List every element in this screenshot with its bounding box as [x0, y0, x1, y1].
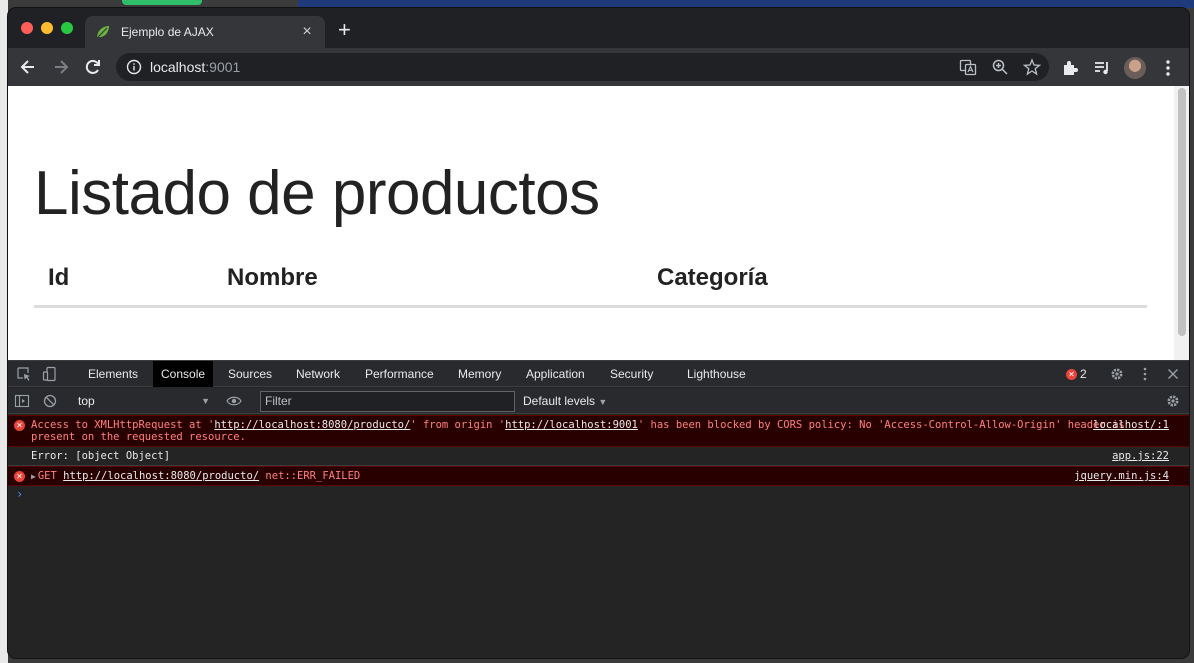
url-port: :9001: [205, 59, 241, 75]
background-window: [298, 0, 1194, 8]
forward-arrow-icon[interactable]: [51, 57, 71, 77]
bookmark-star-icon[interactable]: [1023, 58, 1041, 76]
error-circle-icon: ✕: [14, 420, 25, 431]
device-toolbar-icon[interactable]: [42, 366, 58, 382]
error-count-badge[interactable]: ✕ 2: [1066, 367, 1087, 381]
url-host: localhost: [150, 59, 206, 75]
extensions-puzzle-icon[interactable]: [1060, 58, 1080, 78]
log-levels-dropdown[interactable]: Default levels ▼: [523, 392, 607, 411]
tab-elements[interactable]: Elements: [80, 361, 146, 387]
inspect-element-icon[interactable]: [16, 366, 32, 382]
tab-strip: Ejemplo de AJAX × +: [8, 8, 1189, 48]
message-text: Access to XMLHttpRequest at ': [31, 419, 215, 431]
console-settings-gear-icon[interactable]: [1165, 393, 1181, 409]
background-tab: [122, 0, 202, 5]
message-link[interactable]: http://localhost:8080/producto/: [214, 419, 410, 431]
message-source-link[interactable]: app.js:22: [1112, 450, 1169, 462]
kebab-menu-icon[interactable]: [1158, 58, 1178, 78]
dropdown-arrow-icon: ▼: [598, 397, 608, 407]
message-link[interactable]: http://localhost:9001: [505, 419, 638, 431]
page-title: Listado de productos: [34, 159, 600, 228]
request-method: GET: [37, 470, 57, 482]
log-levels-label: Default levels: [523, 394, 596, 408]
translate-icon[interactable]: [959, 58, 977, 76]
browser-toolbar: localhost:9001: [8, 48, 1189, 86]
expand-triangle-icon[interactable]: ▶: [31, 472, 36, 481]
message-source-link[interactable]: localhost/:1: [1093, 419, 1169, 431]
console-message-cors-error: ✕ Access to XMLHttpRequest at 'http://lo…: [8, 415, 1189, 447]
tab-performance[interactable]: Performance: [357, 361, 442, 387]
devtools-tab-bar: Elements Console Sources Network Perform…: [8, 361, 1189, 387]
profile-avatar[interactable]: [1124, 57, 1146, 79]
site-info-icon[interactable]: [126, 59, 142, 75]
console-filter-bar: top ▼ Filter Default levels ▼: [8, 388, 1189, 414]
request-status: net::ERR_FAILED: [265, 470, 361, 482]
address-bar[interactable]: localhost:9001: [116, 53, 1049, 81]
console-output: ✕ Access to XMLHttpRequest at 'http://lo…: [8, 415, 1189, 658]
error-circle-icon: ✕: [14, 471, 25, 482]
column-header-id: Id: [48, 264, 70, 291]
context-selector[interactable]: top ▼: [78, 392, 214, 410]
tab-network[interactable]: Network: [288, 361, 348, 387]
products-table-header: Id Nombre Categoría: [34, 254, 1147, 308]
request-url-link[interactable]: http://localhost:8080/producto/: [63, 470, 259, 482]
tab-memory[interactable]: Memory: [450, 361, 509, 387]
show-sidebar-icon[interactable]: [14, 393, 30, 409]
tab-sources[interactable]: Sources: [220, 361, 280, 387]
tab-security[interactable]: Security: [602, 361, 661, 387]
message-source-link[interactable]: jquery.min.js:4: [1074, 470, 1169, 482]
console-message-log: Error: [object Object] app.js:22: [8, 447, 1189, 466]
clear-console-icon[interactable]: [42, 393, 58, 409]
new-tab-button[interactable]: +: [338, 19, 351, 41]
error-circle-icon: ✕: [1066, 368, 1077, 380]
reload-icon[interactable]: [83, 57, 103, 77]
dropdown-arrow-icon: ▼: [201, 396, 210, 406]
toolbar-actions: [1060, 57, 1178, 79]
close-devtools-icon[interactable]: [1165, 366, 1181, 382]
tab-title: Ejemplo de AJAX: [121, 25, 214, 39]
console-prompt-icon[interactable]: ›: [16, 487, 23, 501]
tab-lighthouse[interactable]: Lighthouse: [679, 361, 754, 387]
back-arrow-icon[interactable]: [18, 57, 38, 77]
zoom-window-button[interactable]: [61, 22, 73, 34]
column-header-categoria: Categoría: [657, 264, 768, 291]
tab-active[interactable]: Ejemplo de AJAX ×: [85, 16, 325, 48]
minimize-window-button[interactable]: [41, 22, 53, 34]
page-viewport: Listado de productos Id Nombre Categoría: [8, 86, 1189, 360]
column-header-nombre: Nombre: [227, 264, 318, 291]
page-scrollbar-thumb[interactable]: [1178, 88, 1186, 336]
console-filter-input[interactable]: Filter: [260, 391, 515, 412]
desktop-backdrop: [0, 0, 8, 663]
settings-gear-icon[interactable]: [1109, 366, 1125, 382]
tab-console[interactable]: Console: [153, 361, 214, 387]
context-value: top: [78, 394, 95, 408]
page-scrollbar[interactable]: [1174, 86, 1189, 360]
message-text: Error: [object Object]: [31, 450, 171, 462]
spring-leaf-icon: [97, 26, 109, 38]
media-queue-icon[interactable]: [1092, 58, 1112, 78]
zoom-icon[interactable]: [991, 58, 1009, 76]
close-window-button[interactable]: [21, 22, 33, 34]
live-expression-eye-icon[interactable]: [226, 393, 242, 409]
message-text: ' from origin ': [410, 419, 506, 431]
tab-application[interactable]: Application: [518, 361, 593, 387]
tab-close-icon[interactable]: ×: [299, 24, 315, 40]
console-message-network-error[interactable]: ✕ ▶ GET http://localhost:8080/producto/ n…: [8, 466, 1189, 486]
devtools-panel: Elements Console Sources Network Perform…: [8, 360, 1189, 658]
browser-window: Ejemplo de AJAX × + localhost:9001 List…: [8, 8, 1189, 658]
devtools-more-icon[interactable]: [1137, 366, 1153, 382]
error-count: 2: [1080, 367, 1087, 381]
